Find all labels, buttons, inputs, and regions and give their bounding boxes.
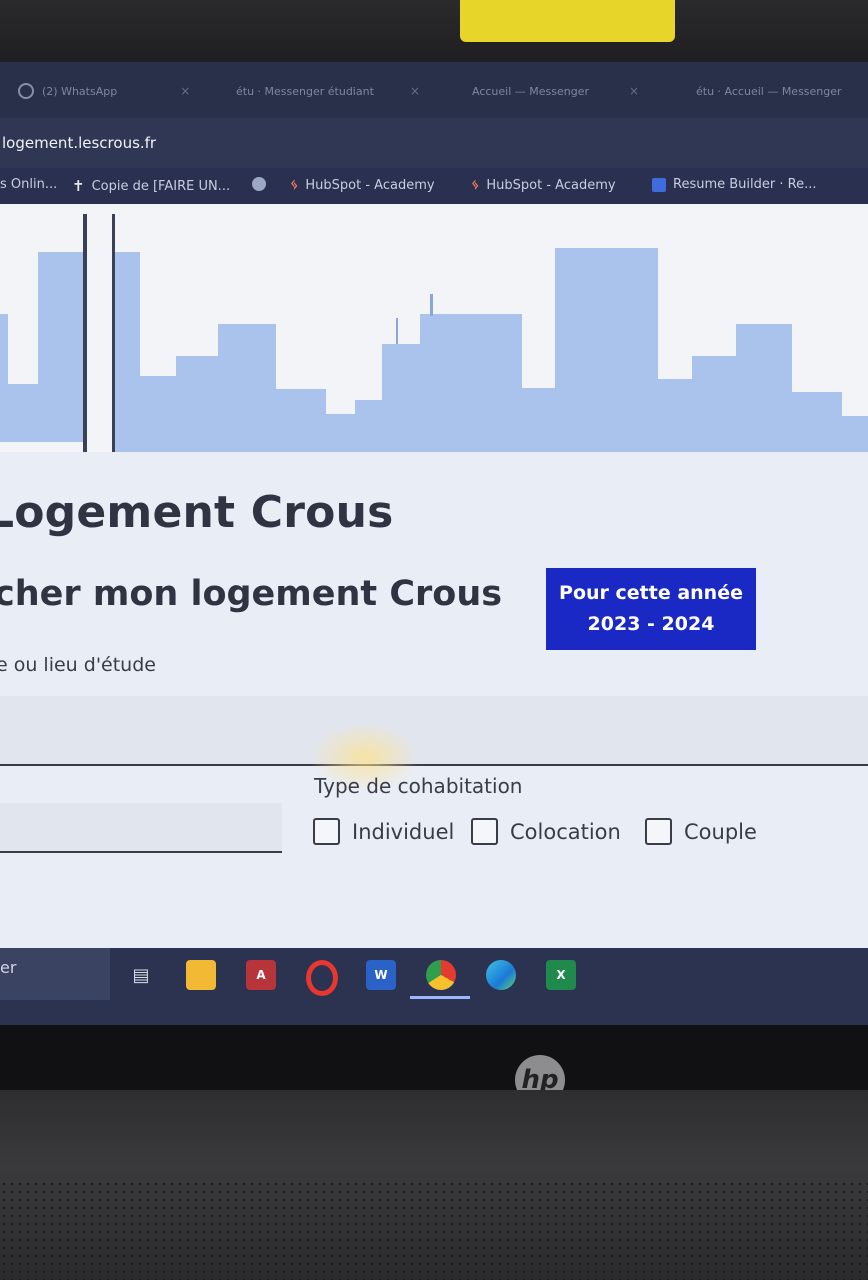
checkbox-label: Individuel xyxy=(352,819,455,844)
tab-label: Accueil — Messenger xyxy=(472,84,590,98)
page-subtitle: cher mon logement Crous xyxy=(0,574,503,614)
sticky-note xyxy=(460,0,675,42)
task-view-icon[interactable]: ▤ xyxy=(126,960,156,990)
word-icon[interactable]: W xyxy=(366,960,396,990)
bookmark-online[interactable]: s Onlin... xyxy=(0,177,57,192)
bookmark-label: HubSpot - Academy xyxy=(486,177,616,193)
bookmark-label: s Onlin... xyxy=(0,177,58,192)
year-badge: Pour cette année 2023 - 2024 xyxy=(546,568,756,650)
bookmark-globe[interactable] xyxy=(252,177,266,191)
bookmark-hubspot-1[interactable]: ᛃ HubSpot - Academy xyxy=(290,177,435,193)
tab-strip: (2) WhatsApp × étu · Messenger étudiant … xyxy=(0,62,868,118)
close-icon[interactable]: × xyxy=(410,84,420,98)
hubspot-icon: ᛃ xyxy=(471,177,480,193)
checkbox-label: Couple xyxy=(684,819,757,844)
tab-label: étu · Messenger étudiant xyxy=(236,84,374,98)
active-app-indicator xyxy=(410,996,470,999)
tab-label: étu · Accueil — Messenger xyxy=(696,84,842,98)
bookmark-label: HubSpot - Academy xyxy=(305,177,435,193)
year-badge-line1: Pour cette année xyxy=(559,582,743,604)
bookmark-copie[interactable]: ✝ Copie de [FAIRE UN... xyxy=(72,177,230,195)
search-field[interactable] xyxy=(0,803,282,853)
taskbar-search[interactable]: er xyxy=(0,948,110,1000)
place-input[interactable] xyxy=(0,696,868,766)
bookmark-resume-builder[interactable]: Resume Builder · Re... xyxy=(652,177,816,192)
tab-messenger[interactable]: étu · Messenger étudiant × xyxy=(236,76,420,106)
tab-accueil-2[interactable]: étu · Accueil — Messenger xyxy=(696,76,842,106)
place-label: e ou lieu d'étude xyxy=(0,654,156,676)
close-icon[interactable]: × xyxy=(629,84,639,98)
page-title: Logement Crous xyxy=(0,487,394,538)
speaker-grill xyxy=(0,1180,868,1280)
access-icon[interactable]: A xyxy=(246,960,276,990)
taskbar-search-text: er xyxy=(0,958,17,977)
hubspot-icon: ᛃ xyxy=(290,177,299,193)
checkbox-box[interactable] xyxy=(313,818,340,845)
cohabitation-label: Type de cohabitation xyxy=(314,774,523,798)
bookmarks-bar: s Onlin... ✝ Copie de [FAIRE UN... ᛃ Hub… xyxy=(0,168,868,204)
checkbox-couple[interactable]: Couple xyxy=(645,818,757,845)
skyline-illustration xyxy=(0,204,868,452)
checkbox-individuel[interactable]: Individuel xyxy=(313,818,454,845)
checkbox-box[interactable] xyxy=(645,818,672,845)
url-text: logement.lescrous.fr xyxy=(2,134,157,152)
taskbar: er ▤ A W X xyxy=(0,948,868,1025)
bookmark-label: Copie de [FAIRE UN... xyxy=(91,178,231,194)
file-explorer-icon[interactable] xyxy=(186,960,216,990)
resume-builder-icon xyxy=(652,177,666,192)
checkbox-box[interactable] xyxy=(471,818,498,845)
excel-icon[interactable]: X xyxy=(546,960,576,990)
checkbox-label: Colocation xyxy=(510,819,621,844)
whatsapp-icon xyxy=(18,83,34,99)
bookmark-hubspot-2[interactable]: ᛃ HubSpot - Academy xyxy=(471,177,616,193)
edge-icon[interactable] xyxy=(486,960,516,990)
globe-icon xyxy=(252,177,266,191)
bookmark-label: Resume Builder · Re... xyxy=(673,177,817,192)
chrome-icon[interactable] xyxy=(426,960,456,990)
tab-whatsapp[interactable]: (2) WhatsApp × xyxy=(18,76,190,106)
city-skyline-banner xyxy=(0,204,868,452)
screen: (2) WhatsApp × étu · Messenger étudiant … xyxy=(0,62,868,1025)
year-badge-line2: 2023 - 2024 xyxy=(587,613,715,635)
address-bar[interactable]: logement.lescrous.fr xyxy=(0,118,868,168)
tab-accueil[interactable]: Accueil — Messenger × xyxy=(472,76,639,106)
tab-label: (2) WhatsApp xyxy=(42,84,118,98)
checkbox-colocation[interactable]: Colocation xyxy=(471,818,621,845)
opera-icon[interactable] xyxy=(306,960,338,996)
close-icon[interactable]: × xyxy=(180,84,190,98)
laptop-bezel xyxy=(0,0,868,62)
cross-icon: ✝ xyxy=(72,177,85,195)
